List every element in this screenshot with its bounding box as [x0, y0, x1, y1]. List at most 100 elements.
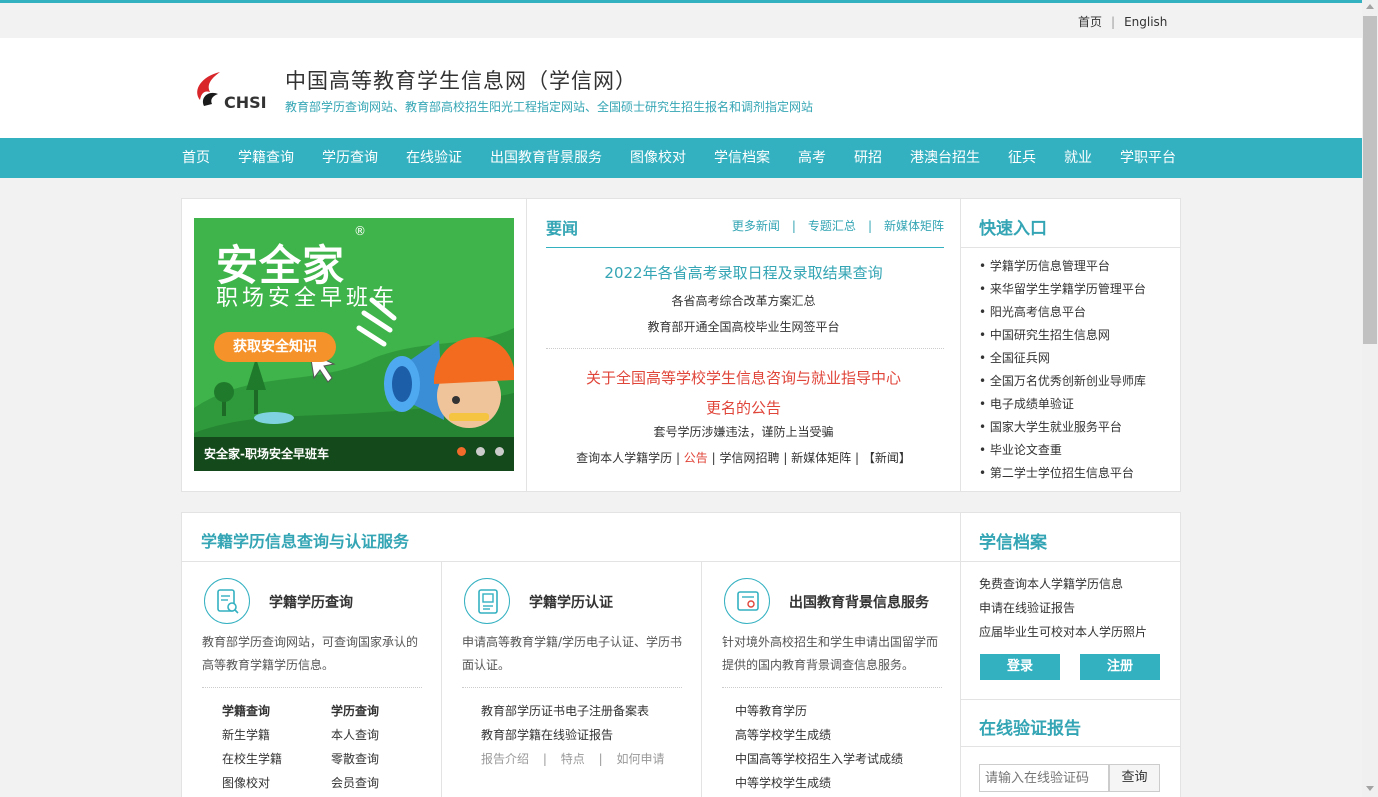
single-query-link[interactable]: 零散查询	[331, 747, 379, 771]
vertical-scrollbar[interactable]	[1362, 0, 1378, 797]
service-desc-divider	[202, 687, 422, 688]
service-desc-query: 教育部学历查询网站，可查询国家承认的高等教育学籍学历信息。	[202, 635, 419, 672]
recruitment-link[interactable]: 学信网招聘	[719, 451, 779, 465]
archive-title: 学信档案	[979, 533, 1047, 553]
news-headline-1[interactable]: 2022年各省高考录取日程及录取结果查询	[527, 262, 960, 283]
archive-item[interactable]: 应届毕业生可校对本人学历照片	[979, 620, 1147, 644]
nav-item-image-check[interactable]: 图像校对	[616, 138, 700, 178]
online-verify-report-link[interactable]: 教育部学籍在线验证报告	[481, 723, 664, 747]
scroll-up-arrow-icon[interactable]	[1366, 4, 1374, 9]
how-to-apply-link[interactable]: 如何申请	[616, 752, 664, 766]
banner-cta-button[interactable]: 获取安全知识	[214, 332, 336, 362]
university-grades-link[interactable]: 高等学校学生成绩	[735, 723, 903, 747]
student-status-query-link[interactable]: 学籍查询	[222, 699, 282, 723]
service-heading-certify[interactable]: 学籍学历认证	[529, 592, 613, 612]
news-headline-2-line-1: 关于全国高等学校学生信息咨询与就业指导中心	[585, 369, 901, 387]
media-link[interactable]: 新媒体矩阵	[791, 451, 851, 465]
news-headline-2[interactable]: 关于全国高等学校学生信息咨询与就业指导中心 更名的公告	[527, 363, 960, 423]
news-more-links: 更多新闻 | 专题汇总 | 新媒体矩阵	[732, 217, 944, 234]
quick-entry-item[interactable]: 来华留学生学籍学历管理平台	[979, 278, 1146, 301]
self-query-link[interactable]: 本人查询	[331, 723, 379, 747]
quick-entry-item[interactable]: 电子成绩单验证	[979, 393, 1146, 416]
news-more-separator: |	[791, 219, 796, 233]
nav-item-abroad-service[interactable]: 出国教育背景服务	[476, 138, 616, 178]
quick-entry-list: 学籍学历信息管理平台 来华留学生学籍学历管理平台 阳光高考信息平台 中国研究生招…	[979, 255, 1146, 485]
service-desc-divider	[462, 687, 682, 688]
register-button[interactable]: 注册	[1080, 654, 1160, 680]
site-header: CHSI 中国高等教育学生信息网（学信网） 教育部学历查询网站、教育部高校招生阳…	[0, 38, 1362, 138]
archive-item[interactable]: 申请在线验证报告	[979, 596, 1147, 620]
self-query-link[interactable]: 查询本人学籍学历	[576, 451, 672, 465]
degree-query-link[interactable]: 学历查询	[331, 699, 379, 723]
nav-item-military[interactable]: 征兵	[994, 138, 1050, 178]
news-divider	[546, 348, 944, 349]
quick-entry-item[interactable]: 中国研究生招生信息网	[979, 324, 1146, 347]
banner-dots	[447, 445, 504, 459]
topics-link[interactable]: 专题汇总	[808, 219, 856, 233]
nav-item-employment[interactable]: 就业	[1050, 138, 1106, 178]
main-nav: 首页 学籍查询 学历查询 在线验证 出国教育背景服务 图像校对 学信档案 高考 …	[0, 138, 1362, 178]
nav-item-archive[interactable]: 学信档案	[700, 138, 784, 178]
registration-form-link[interactable]: 教育部学历证书电子注册备案表	[481, 699, 664, 723]
news-tag-link[interactable]: 【新闻】	[863, 451, 911, 465]
top-english-link[interactable]: English	[1124, 15, 1167, 29]
banner-subtitle: 职场安全早班车	[216, 286, 399, 311]
news-header: 要闻 更多新闻 | 专题汇总 | 新媒体矩阵	[546, 215, 944, 248]
verify-query-button[interactable]: 查询	[1109, 764, 1160, 792]
nav-item-degree-query[interactable]: 学历查询	[308, 138, 392, 178]
services-title: 学籍学历信息查询与认证服务	[201, 532, 410, 551]
quick-entry-item[interactable]: 全国万名优秀创新创业导师库	[979, 370, 1146, 393]
new-student-link[interactable]: 新生学籍	[222, 723, 282, 747]
nav-item-home[interactable]: 首页	[168, 138, 224, 178]
quick-entry-item[interactable]: 毕业论文查重	[979, 439, 1146, 462]
top-home-link[interactable]: 首页	[1078, 13, 1102, 30]
verify-code-input[interactable]	[979, 764, 1109, 792]
quick-entry-item[interactable]: 全国征兵网	[979, 347, 1146, 370]
features-link[interactable]: 特点	[561, 752, 585, 766]
certify-links: 教育部学历证书电子注册备案表 教育部学籍在线验证报告 报告介绍 | 特点 | 如…	[481, 699, 664, 771]
image-check-link[interactable]: 图像校对	[222, 771, 282, 795]
quick-entry-item[interactable]: 第二学士学位招生信息平台	[979, 462, 1146, 485]
nav-item-career-platform[interactable]: 学职平台	[1106, 138, 1190, 178]
top-links-separator: |	[1111, 15, 1116, 29]
quick-entry-item[interactable]: 阳光高考信息平台	[979, 301, 1146, 324]
site-title[interactable]: 中国高等教育学生信息网（学信网）	[285, 65, 637, 95]
service-column-abroad: 出国教育背景信息服务 针对境外高校招生和学生申请出国留学而提供的国内教育背景调查…	[702, 562, 962, 797]
news-item-1[interactable]: 各省高考综合改革方案汇总	[527, 292, 960, 309]
service-desc-abroad: 针对境外高校招生和学生申请出国留学而提供的国内教育背景调查信息服务。	[722, 635, 939, 672]
link-separator: |	[672, 451, 684, 465]
news-item-2[interactable]: 教育部开通全国高校毕业生网签平台	[527, 318, 960, 335]
query-links-right: 学历查询 本人查询 零散查询 会员查询	[331, 699, 379, 795]
banner-dot-1[interactable]	[457, 447, 466, 456]
service-desc-divider	[722, 687, 942, 688]
quick-entry-item[interactable]: 国家大学生就业服务平台	[979, 416, 1146, 439]
secondary-grades-link[interactable]: 中等学校学生成绩	[735, 771, 903, 795]
query-links-left: 学籍查询 新生学籍 在校生学籍 图像校对	[222, 699, 282, 795]
login-button[interactable]: 登录	[980, 654, 1060, 680]
scrollbar-thumb[interactable]	[1363, 16, 1377, 344]
media-matrix-link[interactable]: 新媒体矩阵	[884, 219, 944, 233]
service-heading-query[interactable]: 学籍学历查询	[269, 592, 353, 612]
archive-item[interactable]: 免费查询本人学籍学历信息	[979, 572, 1147, 596]
more-news-link[interactable]: 更多新闻	[732, 219, 780, 233]
quick-entry-item[interactable]: 学籍学历信息管理平台	[979, 255, 1146, 278]
panel-divider	[526, 199, 527, 491]
report-intro-link[interactable]: 报告介绍	[481, 752, 529, 766]
banner-dot-2[interactable]	[476, 447, 485, 456]
nav-item-hmt[interactable]: 港澳台招生	[896, 138, 994, 178]
gaokao-scores-link[interactable]: 中国高等学校招生入学考试成绩	[735, 747, 903, 771]
nav-item-yanzhao[interactable]: 研招	[840, 138, 896, 178]
secondary-education-link[interactable]: 中等教育学历	[735, 699, 903, 723]
nav-item-student-status[interactable]: 学籍查询	[224, 138, 308, 178]
current-student-link[interactable]: 在校生学籍	[222, 747, 282, 771]
scroll-down-arrow-icon[interactable]	[1366, 786, 1374, 791]
member-query-link[interactable]: 会员查询	[331, 771, 379, 795]
banner-dot-3[interactable]	[495, 447, 504, 456]
news-item-3[interactable]: 套号学历涉嫌违法，谨防上当受骗	[527, 423, 960, 440]
announcement-link[interactable]: 公告	[684, 451, 708, 465]
service-heading-abroad[interactable]: 出国教育背景信息服务	[789, 592, 929, 612]
nav-item-online-verify[interactable]: 在线验证	[392, 138, 476, 178]
promo-banner[interactable]: 安全家 ® 职场安全早班车 获取安全知识 安全家-职场安全早班车	[194, 218, 514, 471]
nav-item-gaokao[interactable]: 高考	[784, 138, 840, 178]
chsi-logo[interactable]: CHSI	[190, 66, 276, 116]
